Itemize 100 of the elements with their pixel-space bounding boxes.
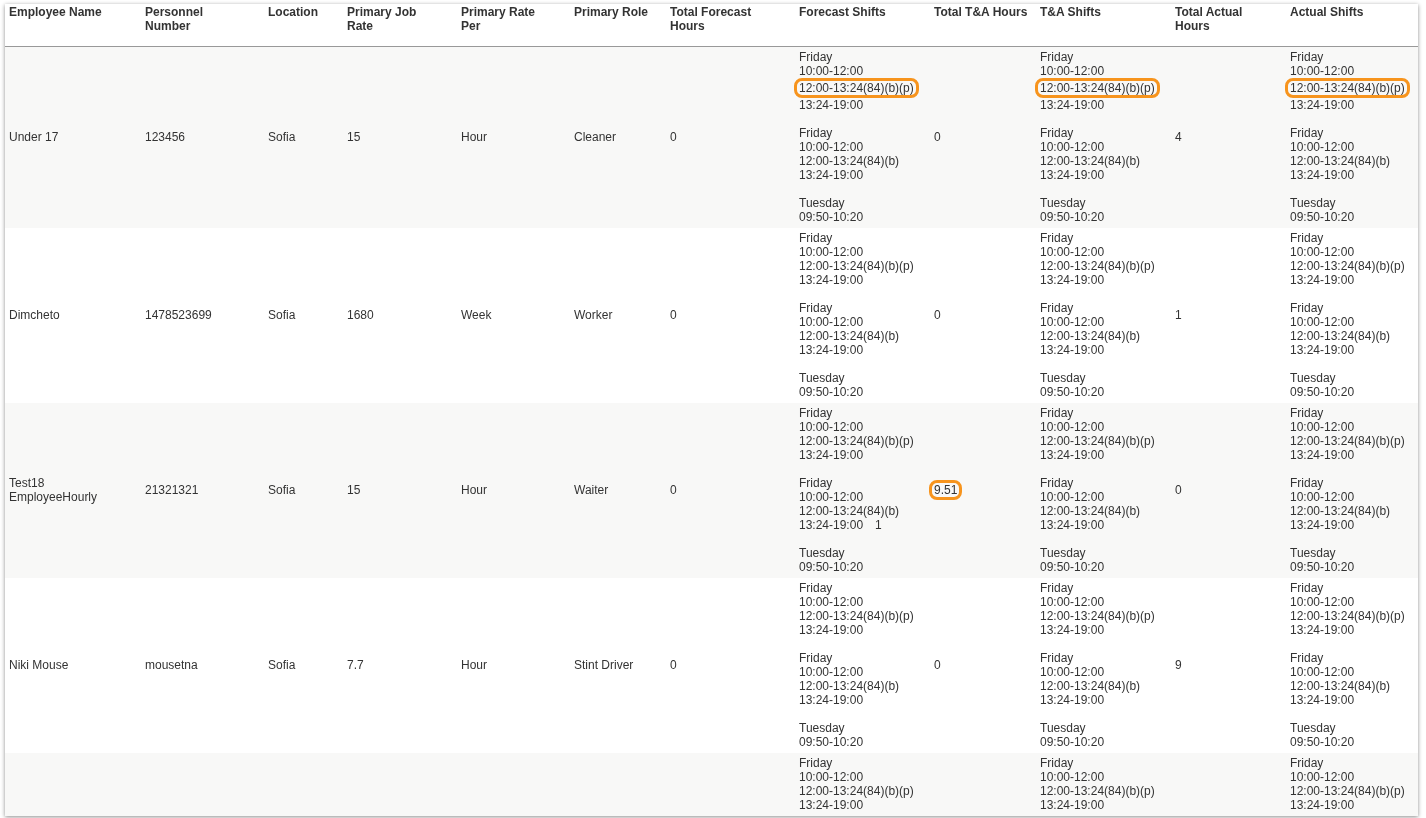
column-header: Total T&A Hours bbox=[934, 5, 1028, 19]
table-cell: 0 bbox=[670, 483, 677, 497]
table-cell: Waiter bbox=[574, 483, 609, 497]
shift-day: Friday bbox=[1290, 756, 1324, 770]
shift-time: 10:00-12:00 bbox=[1040, 315, 1105, 329]
table-cell: 0 bbox=[670, 130, 677, 144]
shift-time: 09:50-10:20 bbox=[1040, 385, 1105, 399]
shift-day: Friday bbox=[1040, 406, 1074, 420]
table-cell: Sofia bbox=[268, 308, 296, 322]
shift-time: 10:00-12:00 bbox=[799, 140, 864, 154]
table-cell: 9.51 bbox=[932, 483, 960, 497]
shift-time: 13:24-19:00 bbox=[1290, 448, 1355, 462]
shift-time: 09:50-10:20 bbox=[799, 735, 864, 749]
shift-day: Tuesday bbox=[1040, 371, 1086, 385]
shift-day: Friday bbox=[799, 406, 833, 420]
table-cell: Niki Mouse bbox=[9, 658, 69, 672]
shift-time: 10:00-12:00 bbox=[1290, 315, 1355, 329]
shift-time: 12:00-13:24(84)(b)(p) bbox=[1290, 259, 1405, 273]
shift-time: 09:50-10:20 bbox=[1040, 210, 1105, 224]
shift-day: Tuesday bbox=[1040, 721, 1086, 735]
shift-time: 12:00-13:24(84)(b) bbox=[799, 504, 900, 518]
shift-time: 12:00-13:24(84)(b)(p) bbox=[1040, 434, 1155, 448]
shift-day: Friday bbox=[799, 651, 833, 665]
table-cell: 123456 bbox=[145, 130, 186, 144]
shift-time: 10:00-12:00 bbox=[799, 64, 864, 78]
shift-day: Tuesday bbox=[1290, 196, 1336, 210]
table-cell: 7.7 bbox=[347, 658, 364, 672]
shift-time: 10:00-12:00 bbox=[799, 770, 864, 784]
shift-time: 10:00-12:00 bbox=[799, 490, 864, 504]
shift-day: Friday bbox=[1040, 476, 1074, 490]
column-header: Actual Shifts bbox=[1290, 5, 1364, 19]
shift-time: 09:50-10:20 bbox=[799, 560, 864, 574]
table-cell: mousetna bbox=[145, 658, 198, 672]
shift-time: 12:00-13:24(84)(b) bbox=[1290, 329, 1391, 343]
shift-time: 12:00-13:24(84)(b)(p) bbox=[799, 259, 914, 273]
shift-time: 09:50-10:20 bbox=[1290, 735, 1355, 749]
column-header: Forecast Shifts bbox=[799, 5, 886, 19]
shift-time: 12:00-13:24(84)(b)(p) bbox=[1290, 609, 1405, 623]
shift-time: 10:00-12:00 bbox=[1040, 64, 1105, 78]
shift-day: Tuesday bbox=[799, 721, 845, 735]
table-cell: Sofia bbox=[268, 658, 296, 672]
shift-time: 13:24-19:00 bbox=[1040, 693, 1105, 707]
shift-time: 10:00-12:00 bbox=[1290, 245, 1355, 259]
column-header: Employee Name bbox=[9, 5, 102, 19]
table-cell: 21321321 bbox=[145, 483, 199, 497]
table-cell: 1 bbox=[1175, 308, 1182, 322]
shift-time: 13:24-19:00 bbox=[799, 273, 864, 287]
shift-time: 12:00-13:24(84)(b)(p) bbox=[1288, 81, 1407, 95]
shift-time: 13:24-19:00 bbox=[1040, 798, 1105, 812]
shift-time: 13:24-19:00 bbox=[799, 343, 864, 357]
shift-day: Tuesday bbox=[799, 196, 845, 210]
table-cell: 4 bbox=[1175, 130, 1182, 144]
shift-time: 09:50-10:20 bbox=[799, 210, 864, 224]
shift-day: Friday bbox=[1290, 581, 1324, 595]
shift-time: 10:00-12:00 bbox=[1040, 490, 1105, 504]
shift-time: 10:00-12:00 bbox=[1040, 420, 1105, 434]
shift-time: 10:00-12:00 bbox=[799, 315, 864, 329]
shift-day: Friday bbox=[799, 50, 833, 64]
table-cell: Hour bbox=[461, 658, 487, 672]
shift-note: 1 bbox=[875, 518, 882, 532]
table-cell: 0 bbox=[934, 658, 941, 672]
table-cell: 0 bbox=[934, 130, 941, 144]
shift-time: 10:00-12:00 bbox=[1040, 665, 1105, 679]
shift-day: Friday bbox=[799, 231, 833, 245]
shift-time: 12:00-13:24(84)(b) bbox=[1040, 504, 1141, 518]
shift-time: 13:24-19:00 bbox=[799, 448, 864, 462]
shift-day: Friday bbox=[1290, 126, 1324, 140]
shift-time: 10:00-12:00 bbox=[1290, 770, 1355, 784]
shift-day: Tuesday bbox=[1290, 371, 1336, 385]
shift-time: 13:24-19:00 bbox=[1040, 518, 1105, 532]
shift-time: 12:00-13:24(84)(b)(p) bbox=[799, 609, 914, 623]
shift-day: Tuesday bbox=[1290, 546, 1336, 560]
shift-time: 13:24-19:00 bbox=[1290, 98, 1355, 112]
shift-time: 13:24-19:00 bbox=[1040, 343, 1105, 357]
shift-day: Friday bbox=[1290, 651, 1324, 665]
column-header: Primary Job Rate bbox=[347, 5, 418, 33]
shift-time: 09:50-10:20 bbox=[1040, 560, 1105, 574]
column-header: Total Actual Hours bbox=[1175, 5, 1244, 33]
shift-time: 12:00-13:24(84)(b) bbox=[1290, 504, 1391, 518]
shift-time: 10:00-12:00 bbox=[1040, 245, 1105, 259]
table-cell: 9 bbox=[1175, 658, 1182, 672]
shift-time: 12:00-13:24(84)(b)(p) bbox=[799, 434, 914, 448]
shift-day: Friday bbox=[799, 301, 833, 315]
shift-day: Friday bbox=[1040, 581, 1074, 595]
shift-time: 13:24-19:00 bbox=[1040, 623, 1105, 637]
column-header: Primary Rate Per bbox=[461, 5, 537, 33]
shift-time: 13:24-19:00 bbox=[799, 623, 864, 637]
shift-time: 10:00-12:00 bbox=[1040, 595, 1105, 609]
shift-day: Friday bbox=[799, 126, 833, 140]
shift-time: 12:00-13:24(84)(b)(p) bbox=[1040, 259, 1155, 273]
shift-day: Tuesday bbox=[1040, 546, 1086, 560]
shift-day: Friday bbox=[1040, 231, 1074, 245]
column-header: Total Forecast Hours bbox=[670, 5, 753, 33]
shift-time: 09:50-10:20 bbox=[1290, 210, 1355, 224]
shift-time: 10:00-12:00 bbox=[1040, 140, 1105, 154]
table-cell: Worker bbox=[574, 308, 613, 322]
shift-time: 13:24-19:00 bbox=[1290, 343, 1355, 357]
column-header: Location bbox=[268, 5, 318, 19]
shift-time: 12:00-13:24(84)(b) bbox=[1040, 679, 1141, 693]
table-cell: 1478523699 bbox=[145, 308, 212, 322]
